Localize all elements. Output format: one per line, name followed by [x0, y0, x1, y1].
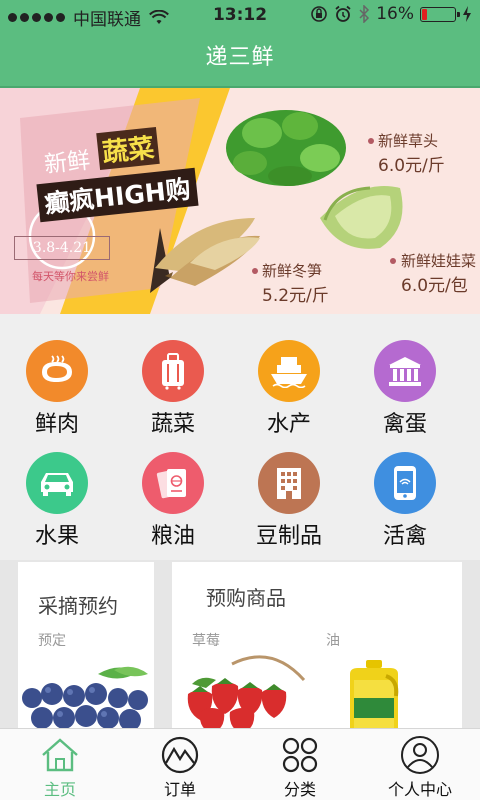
tab-profile[interactable]: 个人中心: [360, 729, 480, 800]
charging-icon: [463, 6, 471, 22]
category-label: 活禽: [382, 524, 427, 549]
category-icon-bg: [26, 340, 88, 402]
product-name: 新鲜娃娃菜: [401, 252, 477, 270]
watercress-image: [226, 110, 346, 186]
bottom-tab-bar: 主页 订单 分类 个人中心: [0, 728, 480, 800]
tab-label: 个人中心: [387, 780, 452, 799]
phone-wifi-icon: [394, 466, 416, 500]
cooking-oil-image: [350, 660, 399, 730]
presale-item-label: 草莓: [192, 633, 220, 649]
tab-label: 分类: [283, 780, 316, 799]
title-bar: 递三鲜: [0, 30, 480, 88]
luggage-icon: [162, 353, 184, 390]
category-icon-bg: [258, 340, 320, 402]
product-price: 6.0元/斤: [378, 156, 445, 176]
car-icon: [41, 473, 73, 496]
category-icon-bg: [142, 340, 204, 402]
mountain-icon: [161, 736, 199, 774]
banner-headline-prefix: 新鲜: [43, 147, 92, 179]
rotation-lock-icon: [311, 6, 328, 22]
category-label: 豆制品: [255, 524, 322, 549]
category-grain-oil[interactable]: 粮油: [116, 426, 236, 549]
building-icon: [277, 468, 301, 499]
product-price: 5.2元/斤: [262, 286, 329, 306]
battery-icon: [420, 6, 460, 22]
card-title: 采摘预约: [38, 594, 118, 618]
blueberries-image: [22, 666, 148, 730]
category-icon-bg: [374, 452, 436, 514]
category-icon-bg: [142, 452, 204, 514]
promo-banner[interactable]: 新鲜 蔬菜 癫疯HIGH购 3.8-4.21 每天等你来尝鲜 新鲜草头 6.0元…: [0, 88, 480, 314]
status-bar: 中国联通 13:12 16%: [0, 0, 480, 30]
page-title: 递三鲜: [205, 45, 275, 70]
card-title: 预购商品: [206, 586, 286, 610]
tab-home[interactable]: 主页: [0, 729, 120, 800]
banner-slogan: 每天等你来尝鲜: [32, 270, 109, 283]
category-label: 水果: [34, 524, 79, 549]
pick-reservation-card[interactable]: 采摘预约 预定: [18, 562, 154, 730]
category-icon-bg: [374, 340, 436, 402]
category-live-poultry[interactable]: 活禽: [348, 426, 468, 549]
tab-label: 订单: [163, 780, 196, 799]
tab-label: 主页: [43, 780, 76, 799]
category-icon-bg: [258, 452, 320, 514]
category-grid: 鲜肉 蔬菜 水产 禽蛋 水果 粮油 豆制品 活禽: [0, 314, 480, 560]
battery-percent: 16%: [376, 4, 414, 24]
feature-cards: 采摘预约 预定 预购商品 草莓 油: [0, 560, 480, 730]
user-icon: [401, 736, 439, 774]
napa-cabbage-image: [320, 186, 403, 249]
presale-card[interactable]: 预购商品 草莓 油: [172, 562, 462, 730]
product-dot: [368, 138, 374, 144]
banner-date-range: 3.8-4.21: [14, 236, 110, 260]
category-fruit[interactable]: 水果: [0, 426, 120, 549]
status-right: 16%: [310, 4, 472, 24]
category-seafood[interactable]: 水产: [232, 314, 352, 437]
tab-orders[interactable]: 订单: [120, 729, 240, 800]
category-label: 粮油: [150, 524, 195, 549]
product-name: 新鲜草头: [378, 132, 439, 150]
product-name: 新鲜冬笋: [262, 262, 323, 280]
battery-fill: [422, 8, 427, 20]
presale-item-label: 油: [326, 633, 340, 649]
category-meat[interactable]: 鲜肉: [0, 314, 120, 437]
product-price: 6.0元/包: [401, 276, 468, 296]
grid-circles-icon: [282, 737, 318, 773]
bluetooth-icon: [359, 5, 370, 23]
strawberries-image: [187, 655, 306, 730]
product-dot: [390, 258, 396, 264]
home-icon: [42, 738, 78, 772]
category-poultry-eggs[interactable]: 禽蛋: [348, 314, 468, 437]
ship-icon: [271, 357, 307, 388]
alarm-icon: [335, 5, 351, 22]
tab-categories[interactable]: 分类: [240, 729, 360, 800]
category-icon-bg: [26, 452, 88, 514]
card-subtitle: 预定: [38, 633, 66, 649]
bank-icon: [389, 357, 421, 386]
steak-icon: [42, 355, 72, 382]
category-tofu[interactable]: 豆制品: [232, 426, 352, 549]
category-vegetables[interactable]: 蔬菜: [116, 314, 236, 437]
banner-headline-highlight: 蔬菜: [96, 126, 160, 171]
passport-icon: [156, 469, 186, 499]
product-dot: [252, 268, 258, 274]
